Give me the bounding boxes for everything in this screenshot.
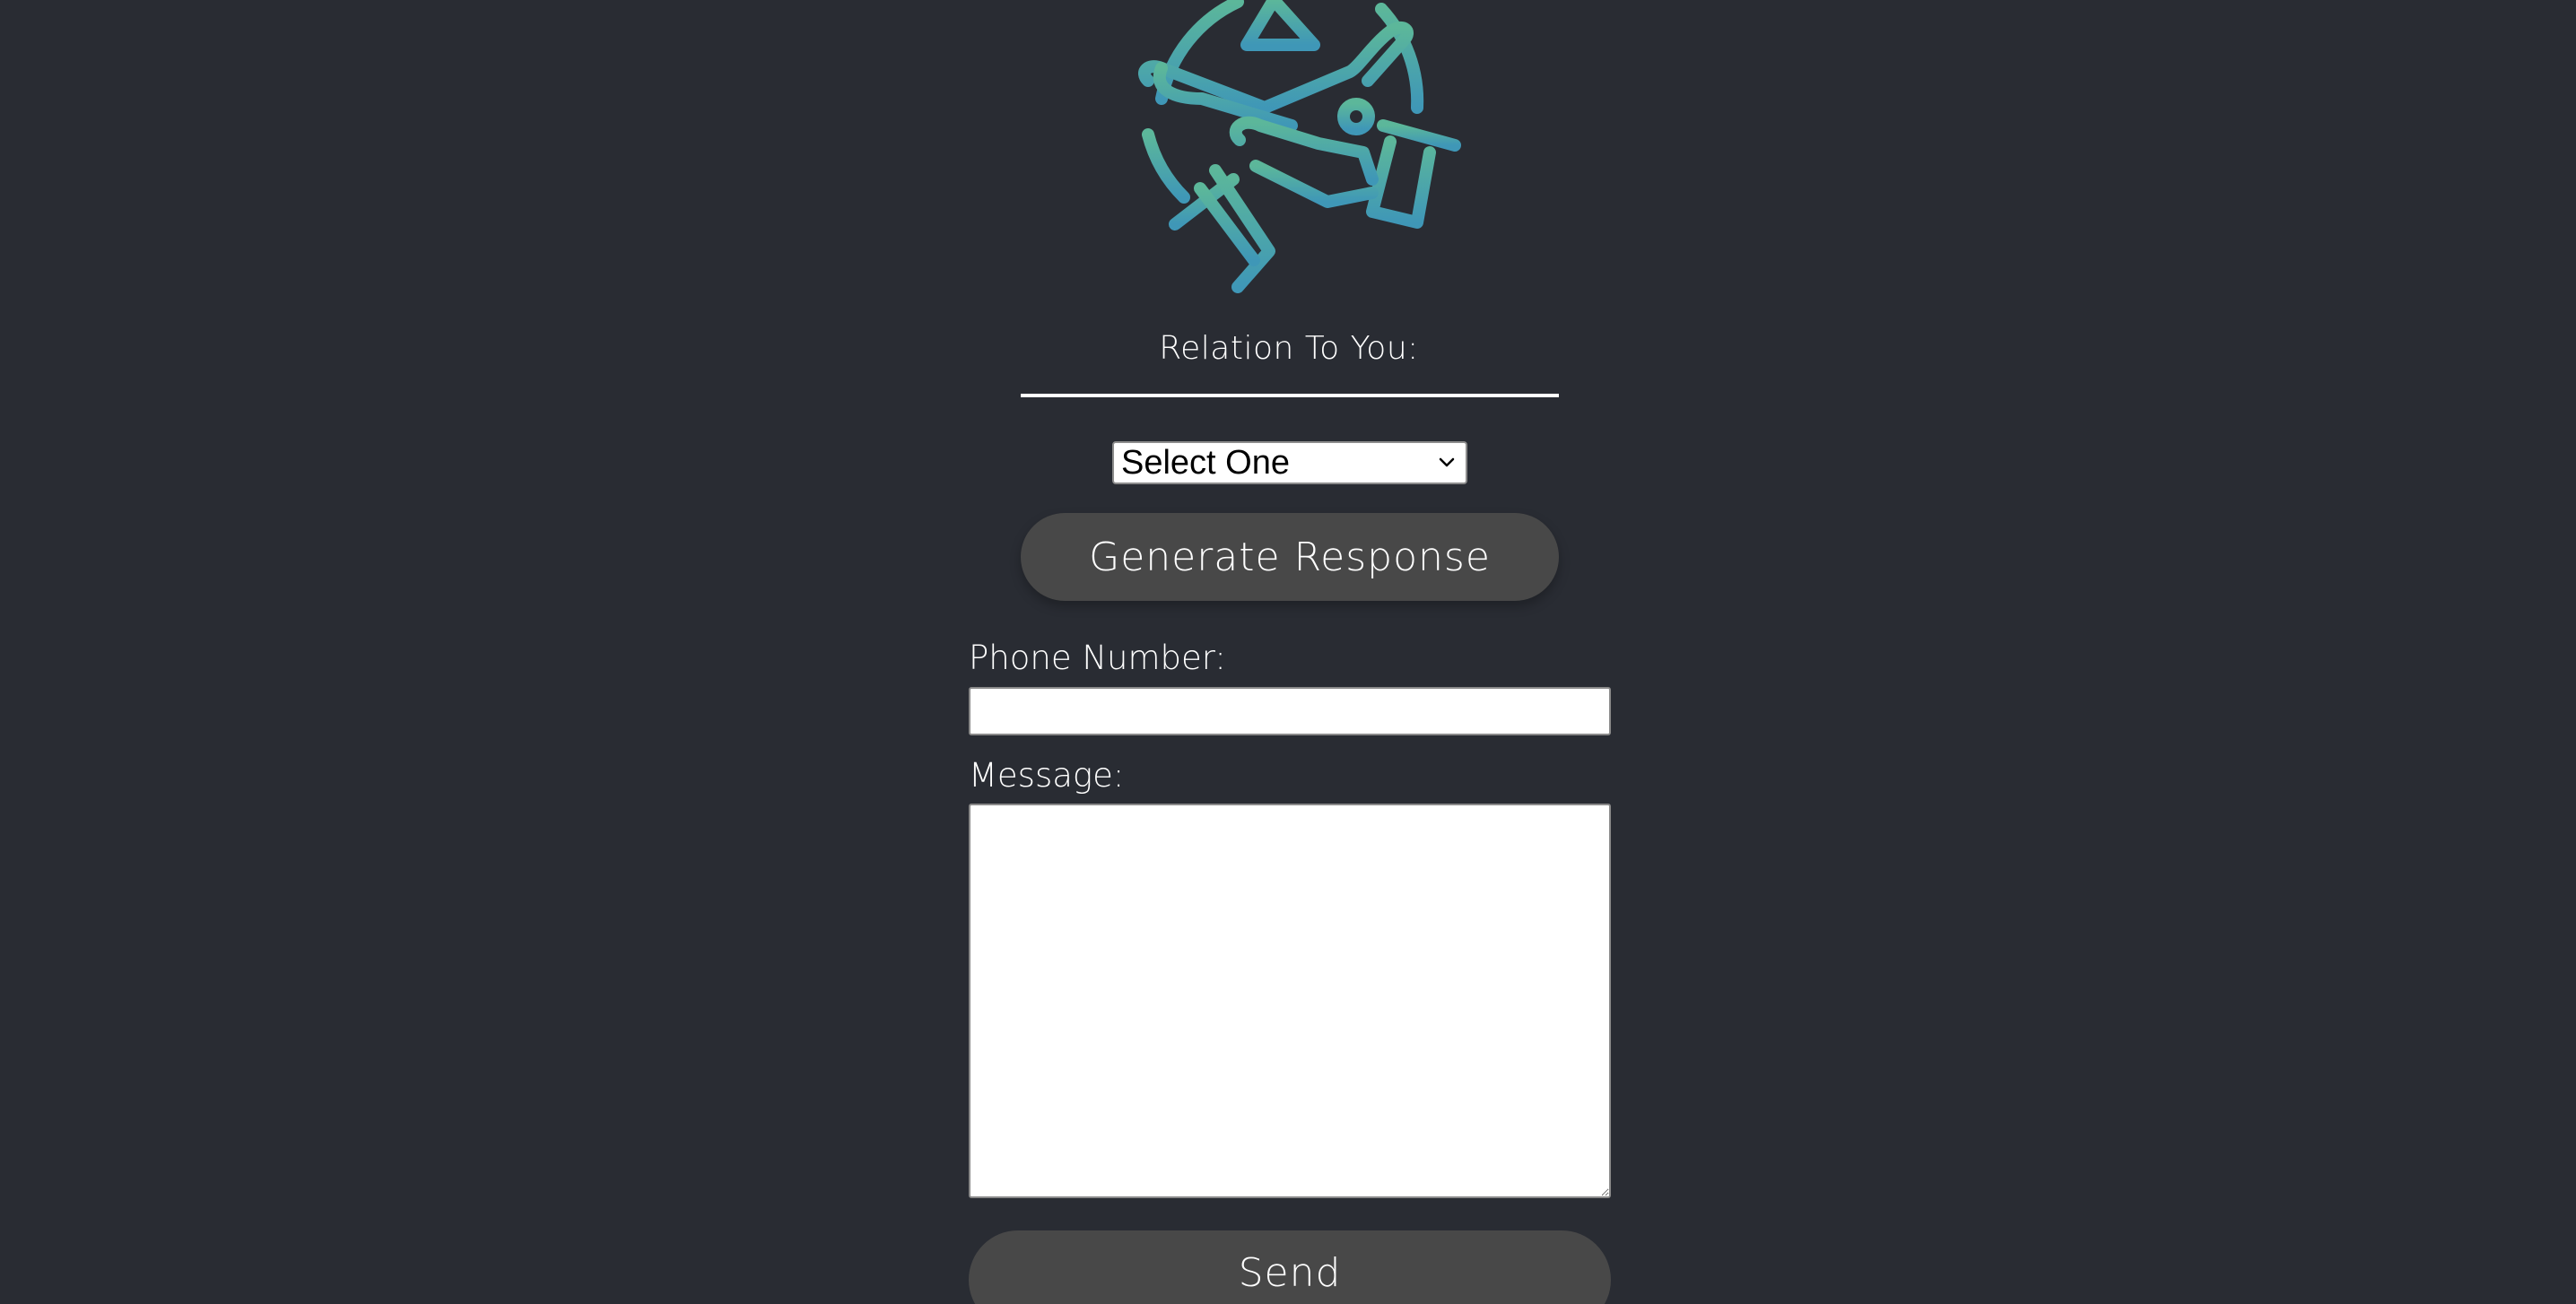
relation-divider [1021,394,1559,397]
relation-label: Relation To You: [1159,330,1419,367]
message-label: Message: [969,756,1125,795]
send-button[interactable]: Send [969,1230,1611,1304]
message-textarea[interactable] [969,804,1611,1198]
relation-select[interactable]: Select One [1112,441,1467,484]
phone-number-label: Phone Number: [969,639,1226,677]
relation-select-value: Select One [1121,443,1290,482]
generate-response-button[interactable]: Generate Response [1021,513,1559,601]
chevron-down-icon [1439,457,1455,467]
page: Relation To You: Select One Generate Res… [0,0,2576,1304]
phone-number-input[interactable] [969,687,1611,735]
hands-crossed-warning-icon [1138,0,1461,293]
